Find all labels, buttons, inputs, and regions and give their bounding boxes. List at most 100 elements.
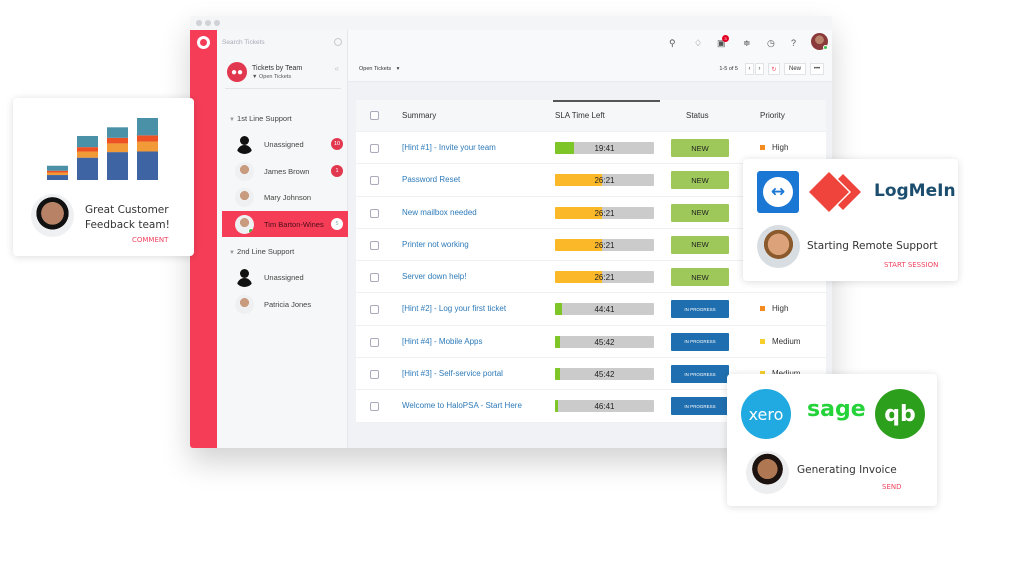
prev-page-button[interactable]: ‹ (745, 63, 754, 75)
status-badge[interactable]: IN PROGRESS (671, 397, 729, 416)
agent-item[interactable]: Patricia Jones (222, 291, 348, 317)
user-avatar[interactable] (811, 33, 828, 50)
collapse-icon[interactable]: « (335, 64, 339, 73)
search-icon[interactable] (334, 38, 342, 46)
bar-segment-orange (137, 141, 158, 152)
new-button[interactable]: New (784, 63, 806, 75)
bar-segment-red (77, 147, 98, 152)
ticket-summary-link[interactable]: [Hint #3] - Self-service portal (402, 369, 503, 378)
ticket-summary-link[interactable]: Printer not working (402, 240, 469, 249)
agent-item-selected[interactable]: Tim Barton-Wines 5 (222, 211, 348, 237)
quickbooks-logo[interactable]: qb (875, 389, 925, 439)
window-dot[interactable] (205, 20, 211, 26)
halo-logo-icon[interactable] (197, 36, 210, 49)
next-page-button[interactable]: › (755, 63, 764, 75)
filter-dropdown[interactable]: Open Tickets ▾ (359, 66, 399, 72)
status-badge[interactable]: NEW (671, 235, 729, 254)
row-checkbox[interactable] (370, 176, 379, 186)
sla-bar: 46:41 (555, 400, 654, 413)
status-badge[interactable]: NEW (671, 139, 729, 157)
remote-support-card: ↔ LogMeIn Starting Remote Support START … (743, 159, 958, 281)
anydesk-logo[interactable] (809, 172, 864, 212)
status-badge[interactable]: NEW (671, 203, 729, 222)
table-row[interactable]: [Hint #2] - Log your first ticket 44:41 IN… (356, 293, 826, 326)
logmein-logo[interactable]: LogMeIn (874, 181, 956, 201)
row-checkbox[interactable] (370, 240, 379, 250)
select-all-checkbox[interactable] (370, 111, 379, 120)
bar-segment-orange (47, 172, 68, 176)
send-link[interactable]: SEND (882, 483, 902, 491)
view-header[interactable]: ●● Tickets by Team ▼ Open Tickets (227, 62, 302, 82)
start-session-link[interactable]: START SESSION (884, 261, 938, 269)
more-button[interactable]: ••• (810, 63, 824, 75)
agent-item[interactable]: James Brown 1 (222, 158, 348, 184)
row-checkbox[interactable] (370, 273, 379, 283)
sla-bar: 26:21 (555, 206, 654, 219)
bar-segment-teal (107, 127, 128, 138)
count-badge: 5 (331, 218, 343, 230)
caret-down-icon: ▾ (396, 66, 400, 72)
xero-logo[interactable]: xero (741, 389, 791, 439)
nav-rail (190, 30, 217, 448)
clock-icon[interactable]: ◷ (767, 38, 775, 49)
group-1st-line[interactable]: ▼ 1st Line Support (229, 114, 292, 123)
status-badge[interactable]: NEW (671, 268, 729, 287)
header-sla[interactable]: SLA Time Left (555, 111, 605, 120)
header-status[interactable]: Status (686, 111, 709, 120)
online-indicator (248, 227, 254, 234)
header-summary[interactable]: Summary (402, 111, 436, 120)
row-checkbox[interactable] (370, 337, 379, 347)
sla-bar: 26:21 (555, 238, 654, 251)
window-dot[interactable] (196, 20, 202, 26)
table-row[interactable]: [Hint #4] - Mobile Apps 45:42 IN PROGRESS M… (356, 326, 826, 359)
sla-bar: 26:21 (555, 271, 654, 284)
rss-icon[interactable]: ≑ (743, 38, 751, 49)
refresh-button[interactable]: ↻ (768, 63, 780, 75)
pager-text: 1-5 of 5 (719, 66, 738, 72)
bar-segment-blue (47, 175, 68, 180)
ticket-summary-link[interactable]: [Hint #4] - Mobile Apps (402, 337, 482, 346)
status-badge[interactable]: NEW (671, 171, 729, 190)
ticket-summary-link[interactable]: Welcome to HaloPSA - Start Here (402, 401, 522, 410)
agent-item[interactable]: Mary Johnson (222, 184, 348, 210)
sla-time: 26:21 (594, 176, 615, 186)
agent-item[interactable]: Unassigned (222, 264, 348, 290)
search-input[interactable]: Search Tickets (222, 36, 344, 50)
ticket-summary-link[interactable]: Server down help! (402, 272, 466, 281)
agent-item[interactable]: Unassigned 10 (222, 131, 348, 157)
priority: High (760, 304, 788, 313)
lightbulb-icon[interactable]: ? (791, 38, 796, 48)
notification-badge: 3 (722, 35, 729, 42)
row-checkbox[interactable] (370, 305, 379, 315)
ticket-summary-link[interactable]: [Hint #2] - Log your first ticket (402, 304, 506, 313)
window-dot[interactable] (214, 20, 220, 26)
count-badge: 10 (331, 138, 343, 150)
remote-message: Starting Remote Support (807, 240, 938, 252)
sla-time: 46:41 (594, 402, 615, 412)
toolbar: Open Tickets ▾ 1-5 of 5 ‹ › ↻ New ••• (348, 58, 832, 82)
caret-down-icon: ▼ (229, 250, 235, 256)
ticket-summary-link[interactable]: New mailbox needed (402, 208, 477, 217)
ticket-summary-link[interactable]: Password Reset (402, 175, 460, 184)
bell-icon[interactable]: ♢ (694, 38, 702, 49)
sage-logo[interactable]: sage (807, 397, 866, 422)
agent-name: James Brown (264, 166, 310, 176)
view-title: Tickets by Team (252, 64, 303, 72)
agent-name: Unassigned (264, 139, 304, 149)
ticket-summary-link[interactable]: [Hint #1] - Invite your team (402, 143, 496, 152)
row-checkbox[interactable] (370, 402, 379, 412)
status-badge[interactable]: IN PROGRESS (671, 332, 729, 351)
row-checkbox[interactable] (370, 370, 379, 380)
invoice-card: xero sage qb Generating Invoice SEND (727, 374, 937, 506)
row-checkbox[interactable] (370, 208, 379, 218)
row-checkbox[interactable] (370, 144, 379, 153)
search-icon[interactable]: ⚲ (669, 38, 676, 49)
status-badge[interactable]: IN PROGRESS (671, 365, 729, 384)
sla-bar: 26:21 (555, 174, 654, 187)
clipboard-icon[interactable]: ▣ 3 (717, 35, 729, 49)
teamviewer-logo[interactable]: ↔ (757, 171, 799, 213)
comment-link[interactable]: COMMENT (132, 236, 168, 244)
group-2nd-line[interactable]: ▼ 2nd Line Support (229, 247, 294, 256)
status-badge[interactable]: IN PROGRESS (671, 300, 729, 319)
header-priority[interactable]: Priority (760, 111, 785, 120)
